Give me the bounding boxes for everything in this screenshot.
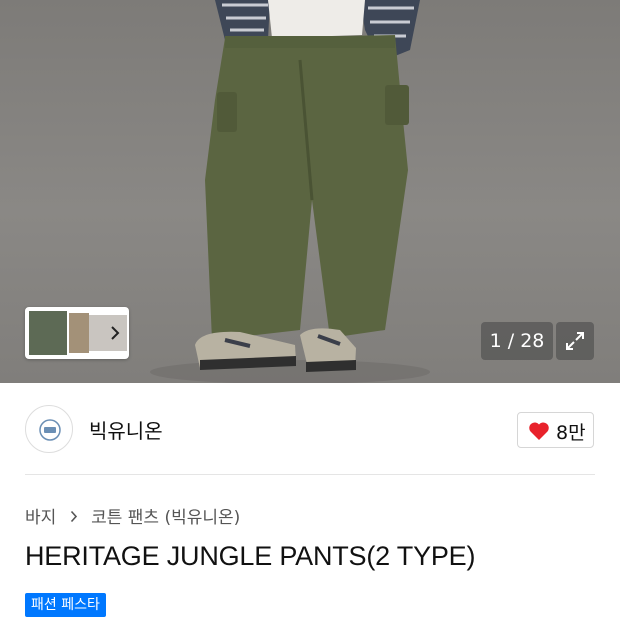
like-count: 8만 — [556, 422, 586, 444]
thumbnail-strip[interactable] — [25, 307, 129, 359]
like-button[interactable]: 8만 — [517, 412, 594, 448]
expand-button[interactable] — [556, 322, 594, 360]
expand-icon — [566, 332, 584, 350]
divider — [25, 474, 595, 475]
breadcrumb-category[interactable]: 바지 — [25, 508, 56, 528]
brand-name[interactable]: 빅유니온 — [89, 415, 163, 444]
thumbnail-1[interactable] — [29, 311, 67, 355]
brand-logo[interactable] — [25, 405, 73, 453]
thumbnail-3[interactable] — [89, 315, 127, 351]
brand-logo-icon — [39, 419, 61, 441]
product-title: HERITAGE JUNGLE PANTS(2 TYPE) — [25, 541, 476, 571]
promo-badge: 패션 페스타 — [25, 593, 106, 617]
thumbnail-2[interactable] — [69, 313, 89, 353]
chevron-right-icon[interactable] — [109, 323, 121, 343]
breadcrumb-subcategory[interactable]: 코튼 팬츠 (빅유니온) — [91, 508, 240, 528]
chevron-right-icon — [70, 508, 78, 528]
product-image-gallery[interactable]: 1 / 28 — [0, 0, 620, 383]
breadcrumb: 바지 코튼 팬츠 (빅유니온) — [25, 503, 240, 528]
image-counter: 1 / 28 — [481, 322, 553, 360]
heart-icon — [529, 422, 549, 440]
